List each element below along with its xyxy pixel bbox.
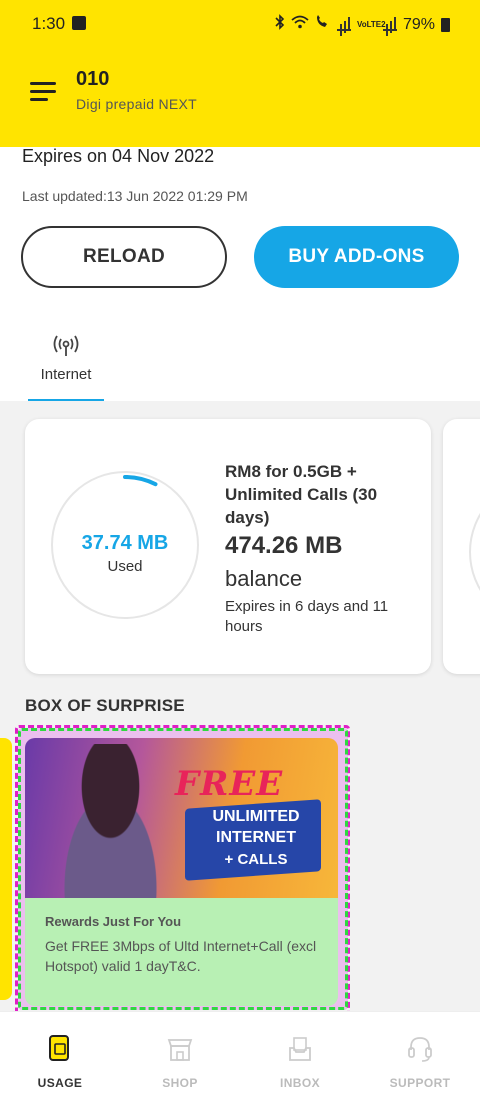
balance-label: balance — [225, 566, 303, 591]
usage-gauge: 37.74 MB Used — [50, 470, 200, 620]
wifi-icon — [291, 15, 309, 34]
nav-inbox-label: INBOX — [279, 1076, 320, 1090]
account-number[interactable]: 010 — [76, 68, 109, 91]
antenna-icon — [52, 332, 80, 360]
banner-line-1: UNLIMITED — [212, 808, 300, 825]
banner-line-3: + CALLS — [224, 851, 288, 868]
nav-inbox[interactable]: INBOX — [240, 1012, 360, 1105]
nav-usage-label: USAGE — [37, 1076, 83, 1090]
bluetooth-icon — [275, 14, 285, 35]
battery-icon — [441, 17, 450, 32]
headset-icon — [407, 1034, 433, 1064]
hamburger-menu-icon[interactable] — [30, 80, 58, 102]
section-title: BOX OF SURPRISE — [25, 696, 185, 715]
status-time: 1:30 — [32, 14, 66, 33]
balance-value: 474.26 MB — [225, 532, 343, 559]
last-updated: Last updated:13 Jun 2022 01:29 PM — [22, 188, 248, 204]
battery-percent: 79% — [402, 15, 435, 33]
plan-title: RM8 for 0.5GB + Unlimited Calls (30 days… — [225, 462, 378, 527]
banner-person-image — [39, 744, 169, 898]
banner-line-2: INTERNET — [216, 829, 296, 846]
gallery-notification-icon — [72, 16, 86, 30]
nav-support-label: SUPPORT — [389, 1076, 451, 1090]
previous-promo-card[interactable] — [0, 738, 12, 1000]
account-plan: Digi prepaid NEXT — [76, 96, 198, 112]
next-usage-card[interactable] — [443, 419, 480, 674]
nav-shop[interactable]: SHOP — [120, 1012, 240, 1105]
promo-card-description: Get FREE 3Mbps of Ultd Internet+Call (ex… — [45, 938, 317, 974]
wifi-calling-icon — [315, 15, 331, 34]
status-indicators: VoLTE2 79% — [275, 14, 450, 35]
tab-internet-label: Internet — [40, 366, 92, 383]
promo-card-title: Rewards Just For You — [45, 914, 182, 929]
reload-button[interactable]: RELOAD — [21, 226, 227, 288]
promo-banner-image[interactable]: FREE UNLIMITED INTERNET + CALLS — [25, 738, 338, 898]
used-value: 37.74 MB — [81, 532, 169, 554]
buy-addons-button[interactable]: BUY ADD-ONS — [254, 226, 459, 288]
volte-badge: VoLTE2 — [356, 19, 386, 29]
tab-internet[interactable]: Internet — [28, 330, 104, 402]
nav-usage[interactable]: USAGE — [0, 1012, 120, 1105]
app-header: 1:30 VoLTE2 79% 010 Digi prepaid NEXT — [0, 0, 480, 147]
used-label: Used — [107, 558, 143, 575]
bottom-navigation: USAGE SHOP INBOX SUPPORT — [0, 1011, 480, 1105]
plan-expiry: Expires in 6 days and 11 hours — [225, 598, 389, 635]
expiry-date: Expires on 04 Nov 2022 — [22, 146, 215, 166]
nav-shop-label: SHOP — [162, 1076, 198, 1090]
signal-icon-2 — [382, 16, 397, 31]
inbox-icon — [287, 1034, 313, 1064]
signal-icon-1 — [336, 16, 351, 31]
nav-support[interactable]: SUPPORT — [360, 1012, 480, 1105]
store-icon — [167, 1034, 193, 1064]
status-bar: 1:30 VoLTE2 79% — [0, 0, 480, 48]
sim-card-icon — [47, 1034, 73, 1064]
banner-free-text: FREE — [175, 764, 284, 804]
